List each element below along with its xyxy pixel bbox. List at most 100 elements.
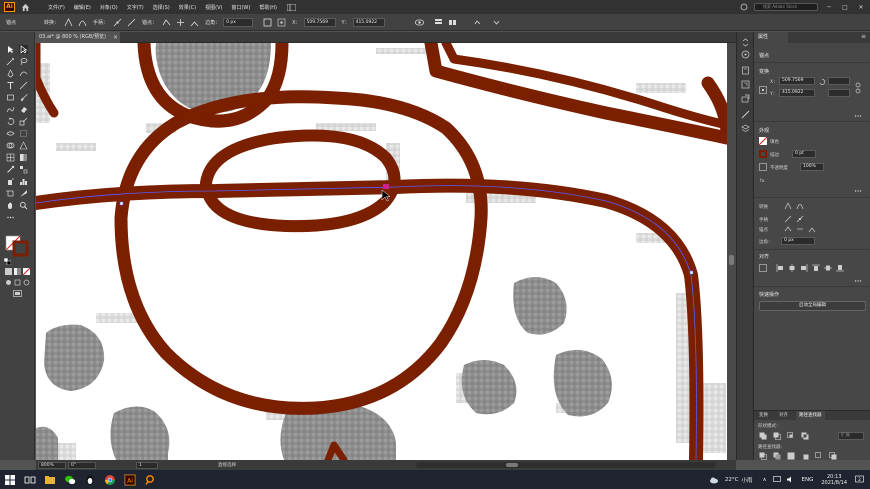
gradient-mode-icon[interactable] — [14, 268, 21, 275]
align-left-icon[interactable] — [776, 264, 784, 272]
minus-front-icon[interactable] — [773, 432, 781, 440]
join-path-icon[interactable] — [808, 225, 816, 233]
x-field[interactable]: 509.7569 — [303, 17, 336, 27]
trim-icon[interactable] — [773, 452, 781, 460]
layers-panel-icon[interactable] — [741, 124, 750, 133]
cut-path-icon[interactable] — [796, 225, 804, 233]
stroke-weight-field[interactable]: 0 pt — [792, 150, 816, 158]
stock-search-input[interactable]: 搜索 Adobe Stock — [754, 3, 818, 11]
artboard-number-field[interactable]: 1 — [136, 461, 158, 469]
convert-smooth-icon[interactable] — [796, 202, 804, 210]
remove-anchor-icon[interactable] — [784, 225, 792, 233]
menu-edit[interactable]: 编辑(E) — [74, 4, 91, 11]
convert-smooth-icon[interactable] — [78, 18, 87, 27]
height-field[interactable] — [828, 89, 850, 97]
isolate-icon[interactable] — [414, 18, 424, 27]
artboard-tool-icon[interactable] — [6, 189, 15, 198]
tab-transform[interactable]: 变换 — [756, 411, 771, 420]
y-field[interactable]: 415.0922 — [352, 17, 385, 27]
eraser-tool-icon[interactable] — [19, 105, 28, 114]
hand-tool-icon[interactable] — [6, 201, 15, 210]
handle-show-icon[interactable] — [113, 18, 122, 27]
screen-mode-icon[interactable] — [13, 290, 22, 297]
align-hcenter-icon[interactable] — [788, 264, 796, 272]
menu-object[interactable]: 对象(O) — [100, 4, 118, 11]
exclude-icon[interactable] — [801, 432, 809, 440]
lasso-tool-icon[interactable] — [19, 57, 28, 66]
network-icon[interactable] — [772, 476, 781, 483]
close-window-button[interactable]: ✕ — [856, 4, 866, 11]
blend-tool-icon[interactable] — [19, 165, 28, 174]
tab-align[interactable]: 对齐 — [776, 411, 791, 420]
outline-icon[interactable] — [815, 452, 823, 460]
collapse-panels-icon[interactable] — [741, 38, 750, 47]
scale-tool-icon[interactable] — [19, 117, 28, 126]
notification-icon[interactable]: 2 — [855, 475, 864, 484]
draw-normal-icon[interactable] — [5, 279, 12, 286]
minus-back-icon[interactable] — [829, 452, 837, 460]
volume-icon[interactable] — [786, 476, 794, 483]
close-tab-icon[interactable]: × — [113, 32, 118, 43]
properties-tab[interactable]: 属性 — [754, 32, 788, 43]
menu-select[interactable]: 选择(S) — [153, 4, 170, 11]
curvature-tool-icon[interactable] — [19, 69, 28, 78]
join-path-icon[interactable] — [190, 18, 199, 27]
gradient-tool-icon[interactable] — [19, 153, 28, 162]
rotation-field[interactable]: 0° — [68, 461, 96, 469]
handle-hide-icon[interactable] — [127, 18, 136, 27]
menu-help[interactable]: 帮助(H) — [259, 4, 277, 11]
reference-point-icon[interactable] — [277, 18, 286, 27]
constrain-proportions-icon[interactable] — [854, 82, 862, 94]
magic-wand-tool-icon[interactable] — [6, 57, 15, 66]
appearance-more-icon[interactable] — [854, 187, 862, 195]
corner-radius-field[interactable]: 0 px — [781, 237, 815, 245]
paintbrush-tool-icon[interactable] — [19, 93, 28, 102]
rectangle-tool-icon[interactable] — [6, 93, 15, 102]
mesh-tool-icon[interactable] — [6, 153, 15, 162]
align-to-icon[interactable] — [759, 264, 767, 272]
home-icon[interactable] — [21, 3, 30, 12]
system-clock[interactable]: 20:13 2021/8/14 — [821, 474, 847, 486]
fill-swatch-icon[interactable] — [759, 137, 767, 145]
eyedropper-tool-icon[interactable] — [6, 165, 15, 174]
rotate-icon[interactable] — [818, 78, 826, 86]
width-field[interactable] — [828, 77, 850, 85]
x-field[interactable]: 509.7569 — [779, 77, 815, 85]
perspective-grid-tool-icon[interactable] — [19, 141, 28, 150]
align-right-icon[interactable] — [800, 264, 808, 272]
zoom-field[interactable]: 800% — [38, 461, 66, 469]
width-tool-icon[interactable] — [6, 129, 15, 138]
crop-icon[interactable] — [801, 452, 809, 460]
file-explorer-icon[interactable] — [44, 474, 56, 486]
fill-stroke-swatch[interactable] — [5, 235, 29, 257]
distribute-icon[interactable] — [448, 18, 457, 27]
tab-pathfinder[interactable]: 路径查找器 — [796, 411, 825, 420]
properties-panel-icon[interactable] — [741, 66, 750, 75]
default-colors-icon[interactable] — [4, 258, 11, 265]
illustrator-taskbar-icon[interactable]: Ai — [124, 473, 136, 486]
expand-button[interactable]: 扩展 — [838, 432, 864, 440]
transform-icon[interactable] — [473, 18, 482, 27]
vertical-scrollbar[interactable] — [727, 43, 736, 460]
slice-tool-icon[interactable] — [19, 189, 28, 198]
unite-icon[interactable] — [759, 432, 767, 440]
chrome-icon[interactable] — [104, 474, 116, 486]
intersect-icon[interactable] — [787, 432, 795, 440]
document-tab[interactable]: 03.ai* @ 800 % (RGB/预览) — [36, 32, 120, 43]
panel-menu-icon[interactable] — [492, 18, 501, 27]
search-app-icon[interactable] — [144, 474, 156, 486]
export-panel-icon[interactable] — [741, 94, 750, 103]
arrange-icon[interactable] — [434, 18, 443, 27]
none-mode-icon[interactable] — [23, 268, 30, 275]
convert-corner-icon[interactable] — [784, 202, 792, 210]
task-view-icon[interactable] — [24, 474, 36, 486]
free-transform-tool-icon[interactable] — [19, 129, 28, 138]
corner-radius-field[interactable]: 0 px — [223, 17, 254, 27]
opacity-field[interactable]: 100% — [800, 163, 824, 171]
selection-tool-icon[interactable] — [6, 45, 15, 54]
sync-icon[interactable] — [740, 3, 748, 11]
menu-file[interactable]: 文件(F) — [48, 4, 65, 11]
vertical-scroll-thumb[interactable] — [729, 255, 734, 265]
draw-behind-icon[interactable] — [14, 279, 21, 286]
menu-view[interactable]: 视图(V) — [205, 4, 222, 11]
